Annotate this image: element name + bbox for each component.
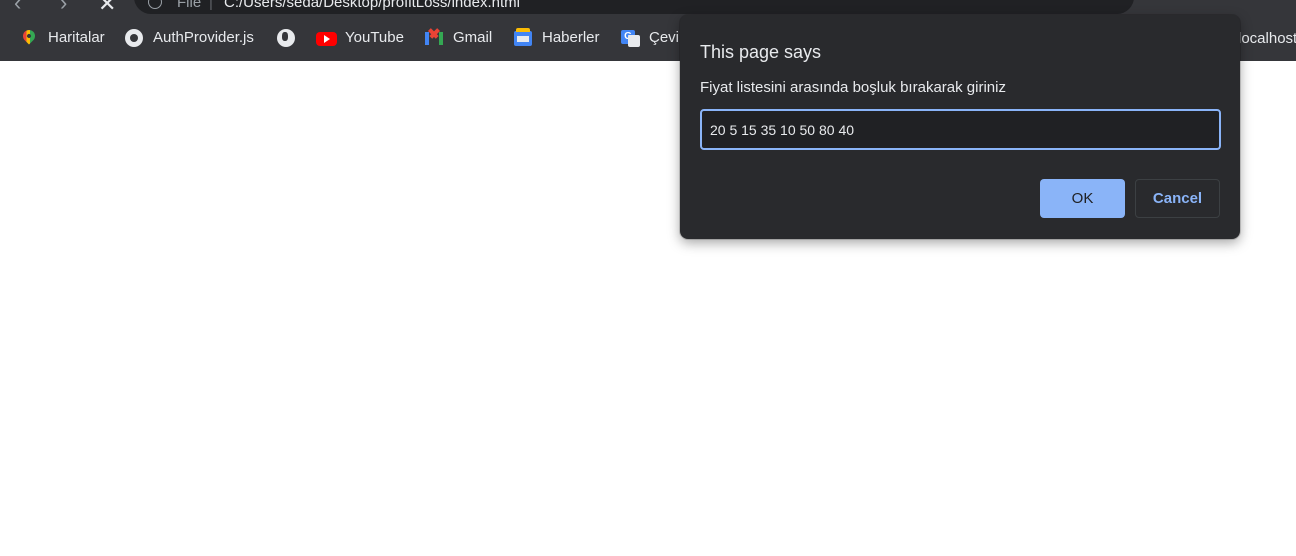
cancel-button[interactable]: Cancel [1135,179,1220,218]
forward-icon[interactable]: › [60,0,67,14]
bookmark-authprovider[interactable]: AuthProvider.js [125,24,254,52]
browser-toolbar: ‹ › ✕ File | C:/Users/seda/Desktop/profi… [0,0,1296,15]
address-separator: | [209,0,213,11]
bookmark-localhost[interactable]: localhost [1238,24,1296,52]
bookmark-label: Çevir [649,29,685,46]
address-url[interactable]: C:/Users/seda/Desktop/profitLoss/index.h… [224,0,520,11]
bookmark-youtube[interactable]: YouTube [316,24,404,52]
gmail-icon [425,28,443,47]
news-icon [514,28,532,47]
back-icon[interactable]: ‹ [14,0,21,14]
address-scheme-label: File [177,0,202,11]
bookmark-label: Haberler [542,29,600,46]
maps-pin-icon [20,27,38,47]
bookmark-label: Gmail [453,29,493,46]
bookmark-label: localhost [1238,29,1296,47]
bookmark-label: AuthProvider.js [153,29,254,46]
stop-loading-icon[interactable]: ✕ [98,0,116,15]
bookmark-haberler[interactable]: Haberler [514,24,600,52]
prompt-dialog: This page says Fiyat listesini arasında … [680,15,1240,239]
bookmark-globe[interactable] [277,24,305,52]
dialog-title: This page says [700,42,822,62]
bookmark-label: YouTube [345,29,404,46]
youtube-icon [316,29,337,47]
prompt-input[interactable] [700,109,1221,150]
dialog-message: Fiyat listesini arasında boşluk bırakara… [700,79,1006,96]
globe-icon [277,29,295,47]
bookmark-cevir[interactable]: G Çevir [621,24,684,52]
site-info-icon[interactable] [148,0,162,9]
github-icon [125,29,143,47]
bookmark-haritalar[interactable]: Haritalar [20,24,105,52]
translate-icon: G [621,29,640,47]
ok-button[interactable]: OK [1040,179,1125,218]
address-bar[interactable]: File | C:/Users/seda/Desktop/profitLoss/… [134,0,1134,14]
bookmark-label: Haritalar [48,29,105,46]
bookmark-gmail[interactable]: Gmail [425,24,492,52]
